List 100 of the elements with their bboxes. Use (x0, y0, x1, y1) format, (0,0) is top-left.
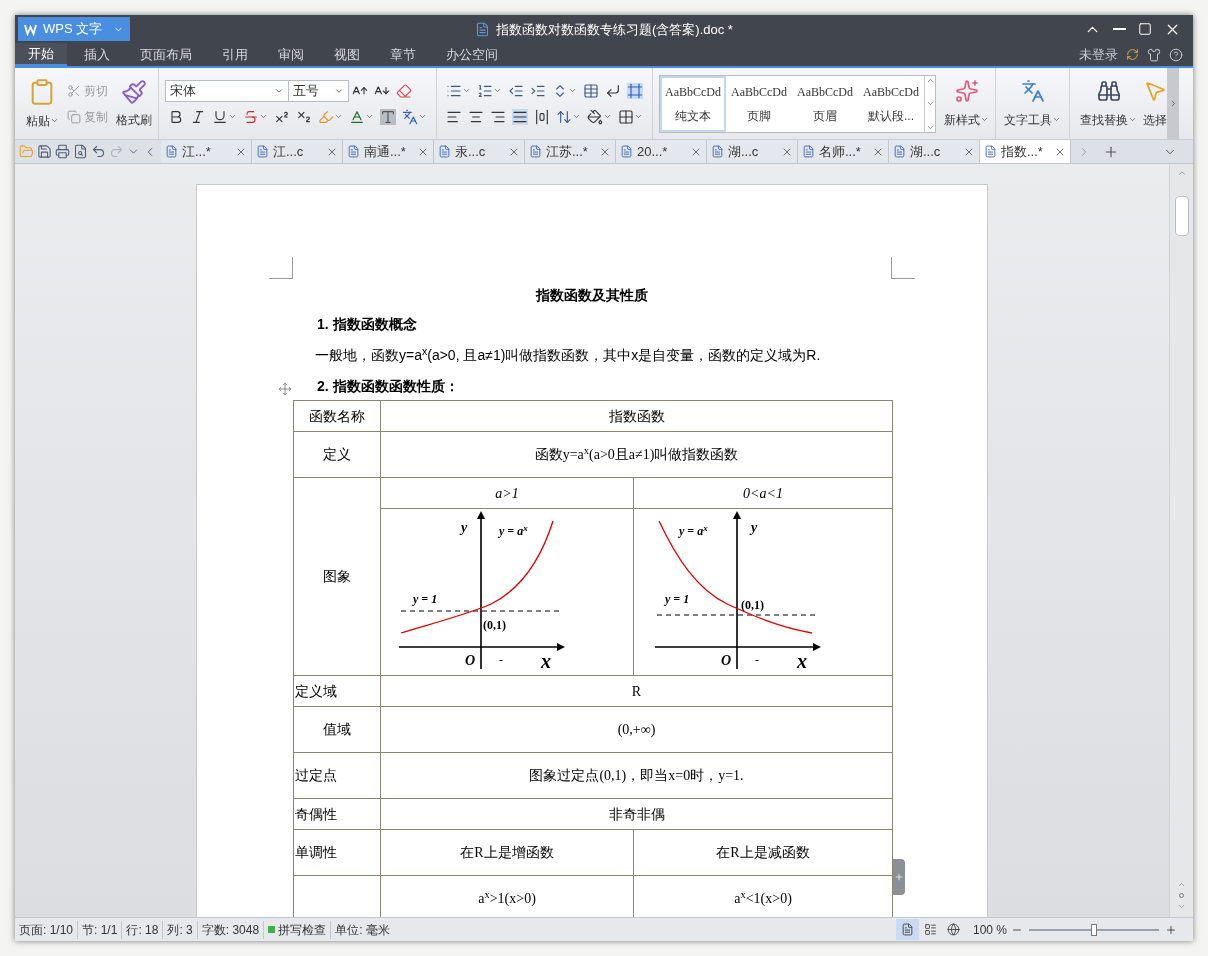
origin-label: O (465, 654, 476, 668)
maximize-button[interactable] (1138, 22, 1152, 36)
table-icon (583, 82, 599, 99)
italic-icon (190, 108, 206, 125)
caret-icon (572, 112, 581, 121)
help-icon[interactable] (1169, 47, 1183, 62)
point-label: (0,1) (741, 599, 764, 611)
document-tab[interactable]: 江...c (252, 140, 343, 163)
menu-tab[interactable]: 插入 (71, 43, 123, 66)
document-tab[interactable]: 湖...c (889, 140, 980, 163)
line-spacing-icon (556, 108, 572, 125)
document-tab[interactable]: 江苏...* (525, 140, 616, 163)
table-cell-text: 非奇非偶 (608, 805, 665, 824)
curve-label: y = a$^{x}$ (499, 525, 528, 537)
zoom-level: 100 % (972, 921, 1007, 939)
app-logo (24, 22, 37, 36)
document-tab[interactable]: 汞...c (434, 140, 525, 163)
tick-label: - (499, 654, 503, 666)
table-cell-text: (0,+∞) (617, 721, 656, 739)
save-icon[interactable] (37, 144, 52, 159)
plus-icon (894, 872, 904, 882)
document-tab[interactable]: 湖...c (707, 140, 798, 163)
menu-tab[interactable]: 引用 (209, 43, 261, 66)
spell-check-indicator (268, 926, 276, 933)
new-style-button[interactable]: 新样式 (944, 78, 989, 129)
web-view-icon (946, 923, 960, 936)
print-icon[interactable] (55, 144, 70, 159)
minimize-icon (1113, 28, 1126, 30)
undo-icon[interactable] (91, 144, 106, 159)
section-heading: 2. 指数函数函数性质： (317, 377, 460, 396)
zoom-slider[interactable] (1029, 923, 1159, 936)
menu-tab[interactable]: 章节 (377, 43, 429, 66)
menu-tab[interactable]: 办公空间 (433, 43, 511, 66)
status-item: 字数: 3048 (197, 920, 265, 939)
tick-label: - (755, 654, 759, 666)
unit-label: 单位: 毫米 (334, 921, 391, 939)
menu-tab[interactable]: 开始 (15, 43, 67, 66)
document-title: 指数函数及其性质 (534, 286, 649, 305)
style-option[interactable]: AaBbCcDd 页眉 (792, 75, 858, 132)
margin-corner (269, 257, 293, 279)
paragraph-mark-icon (605, 82, 621, 99)
document-tab[interactable]: 20...* (616, 140, 707, 163)
borders-icon (618, 108, 634, 125)
page-view-icon (900, 923, 914, 936)
table-move-handle[interactable] (278, 382, 292, 396)
axis-label: y (751, 521, 758, 535)
sync-icon[interactable] (1126, 48, 1139, 61)
line-label: y = 1 (665, 593, 690, 605)
paste-button[interactable]: 粘贴 (21, 77, 63, 130)
font-name-dropdown[interactable]: 宋体 (165, 79, 289, 102)
menu-tab[interactable]: 审阅 (265, 43, 317, 66)
caret-icon (334, 112, 343, 121)
table-cell: 奇偶性 (294, 799, 381, 829)
text-box-icon (627, 82, 643, 99)
status-item: 行: 18 (122, 920, 164, 939)
table-cell-text: 函数y=a$^{x}$(a>0且a≠1)叫做指数函数 (534, 444, 739, 464)
status-item: 页面: 1/10 (15, 920, 79, 939)
scroll-thumb[interactable] (1174, 196, 1189, 236)
maximize-icon (1138, 22, 1152, 36)
table-cell: 0<a<1 (634, 478, 892, 509)
document-tab[interactable]: 南通...* (343, 140, 434, 163)
table-cell-text: 图象过定点(0,1)，即当x=0时，y=1. (529, 767, 744, 785)
scroll-down-icon[interactable] (925, 99, 935, 108)
axis-label: x (797, 651, 807, 671)
caret-icon (1052, 115, 1061, 124)
status-item: 列: 3 (163, 920, 198, 939)
table-cell: 值域 (294, 707, 381, 752)
caret-icon (634, 112, 643, 121)
text-tools-button[interactable]: 文字工具 (1004, 78, 1061, 129)
strikethrough-icon (243, 108, 259, 125)
style-option[interactable]: AaBbCcDd 纯文本 (660, 75, 726, 132)
paintbrush-icon (121, 78, 147, 105)
select-button[interactable]: 选择 (1143, 78, 1167, 129)
format-painter-button[interactable]: 格式刷 (116, 78, 152, 129)
style-option[interactable]: AaBbCcDd 页脚 (726, 75, 792, 132)
table-cell-text: a$^{x}$>1(x>0) (478, 888, 536, 908)
menu-tab[interactable]: 视图 (321, 43, 373, 66)
style-option[interactable]: AaBbCcDd 默认段... (858, 75, 924, 132)
caret-icon (980, 115, 989, 124)
table-cell-text: 在R上是减函数 (716, 844, 810, 862)
document-tab[interactable]: 名师...* (798, 140, 889, 163)
print-preview-icon[interactable] (73, 144, 88, 159)
document-tab[interactable]: 指数...* (980, 140, 1071, 163)
document-icon (802, 145, 815, 158)
view-mode-button[interactable] (895, 919, 919, 940)
zoom-slider-thumb[interactable] (1091, 923, 1097, 936)
login-status[interactable]: 未登录 (1079, 44, 1118, 65)
menu-tab[interactable]: 页面布局 (127, 43, 205, 66)
find-replace-button[interactable]: 查找替换 (1080, 78, 1137, 129)
document-tab[interactable]: 江...* (161, 140, 252, 163)
font-size-dropdown[interactable]: 五号 (289, 79, 349, 102)
zoom-in-icon[interactable] (1165, 923, 1177, 936)
table-cell-text: 指数函数 (608, 407, 665, 426)
table-cell-text: 在R上是增函数 (460, 844, 554, 862)
bold-icon (168, 108, 184, 125)
skin-icon[interactable] (1147, 47, 1161, 62)
spell-check-label[interactable]: 拼写检查 (278, 920, 327, 939)
caret-icon (228, 112, 237, 121)
table-cell: 单调性 (294, 830, 381, 875)
table-cell: 定义域 (294, 676, 381, 706)
